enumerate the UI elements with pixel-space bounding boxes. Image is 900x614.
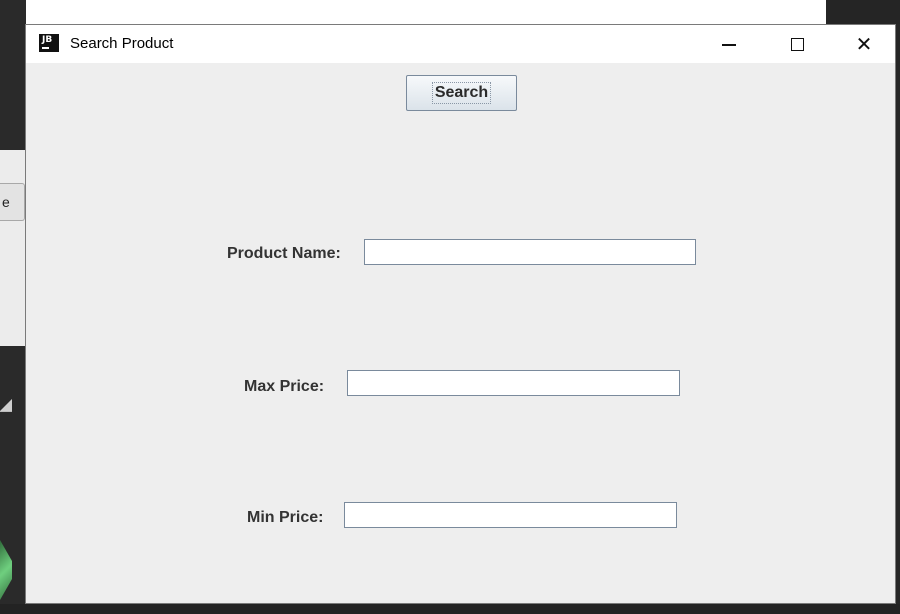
minimize-button[interactable] [706,25,752,63]
close-button[interactable]: ✕ [841,25,887,63]
min-price-input[interactable] [344,502,677,528]
product-name-label: Product Name: [227,245,341,262]
jetbrains-app-icon: JB [39,34,59,52]
background-right-strip [896,24,900,614]
max-price-input[interactable] [347,370,680,396]
minimize-icon [722,44,736,46]
maximize-button[interactable] [774,25,820,63]
background-left-tab[interactable]: e [0,183,25,221]
app-icon-text: JB [42,35,53,45]
product-name-input[interactable] [364,239,696,265]
search-button-label: Search [431,82,492,104]
search-button[interactable]: Search [406,75,517,111]
search-product-window: JB Search Product ✕ Search Product Name:… [25,24,896,604]
background-left-tab-label: e [2,194,10,210]
background-glyph: ◢ [0,392,12,414]
title-bar[interactable]: JB Search Product ✕ [26,25,895,63]
background-bottom-strip [0,604,900,614]
form-content: Search Product Name: Max Price: Min Pric… [26,63,895,603]
background-left-panel [0,150,26,346]
background-dark-corner [826,0,900,24]
maximize-icon [790,37,804,51]
close-icon: ✕ [855,32,873,56]
max-price-label: Max Price: [244,378,325,395]
background-window-top [0,0,900,24]
window-title: Search Product [70,35,174,52]
min-price-label: Min Price: [247,509,324,526]
